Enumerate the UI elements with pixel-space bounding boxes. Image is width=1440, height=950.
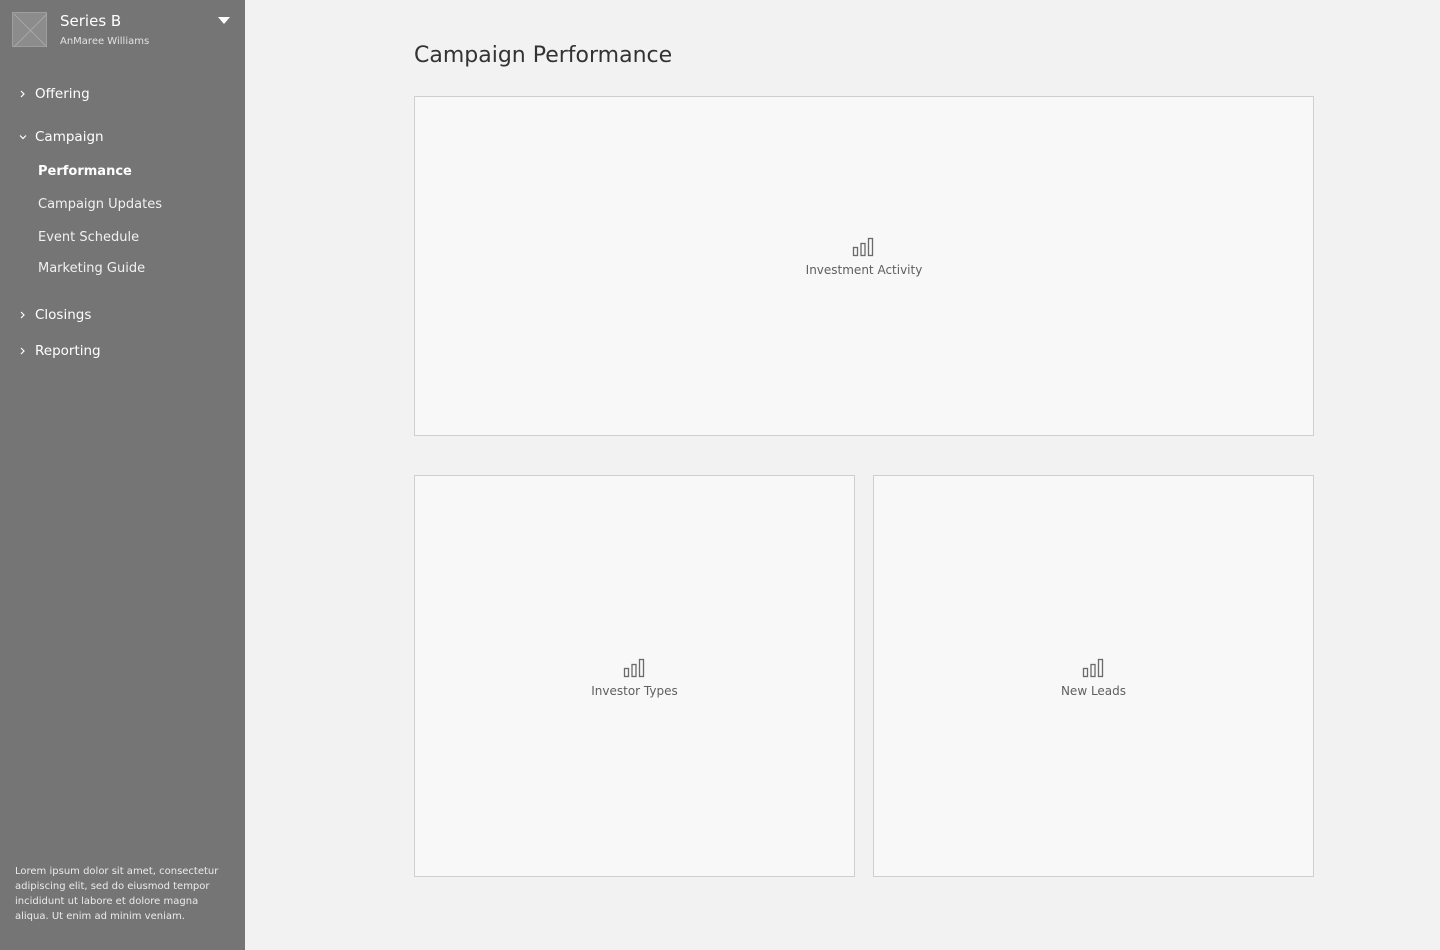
chevron-right-icon: [20, 90, 25, 98]
bar-chart-icon: [623, 658, 644, 678]
nav-section-campaign[interactable]: Campaign: [0, 125, 245, 149]
card-label: Investor Types: [591, 684, 678, 698]
avatar-placeholder-icon: [12, 12, 48, 48]
nav-section-label: Campaign: [35, 129, 104, 145]
card-label: New Leads: [1060, 684, 1127, 698]
nav-item-campaign-updates[interactable]: Campaign Updates: [38, 195, 162, 215]
chevron-down-icon: [19, 135, 27, 140]
account-user-name: AnMaree Williams: [60, 36, 150, 47]
account-title: Series B: [60, 12, 122, 30]
card-label: Investment Activity: [805, 263, 923, 277]
chevron-right-icon: [20, 311, 25, 319]
nav-item-marketing-guide[interactable]: Marketing Guide: [38, 259, 145, 279]
bar-chart-icon: [1082, 658, 1103, 678]
chevron-right-icon: [20, 347, 25, 355]
caret-down-icon[interactable]: [218, 17, 230, 24]
investment-activity-card[interactable]: Investment Activity: [414, 96, 1314, 436]
account-switcher[interactable]: Series B AnMaree Williams: [0, 0, 245, 56]
nav-section-label: Reporting: [35, 343, 101, 359]
nav-section-label: Offering: [35, 86, 90, 102]
nav-item-performance[interactable]: Performance: [38, 162, 132, 182]
investor-types-card[interactable]: Investor Types: [414, 475, 855, 877]
sidebar: Series B AnMaree Williams Offering Campa…: [0, 0, 245, 950]
nav-item-event-schedule[interactable]: Event Schedule: [38, 228, 139, 248]
nav-section-reporting[interactable]: Reporting: [0, 339, 245, 363]
page-title: Campaign Performance: [414, 43, 673, 68]
nav-section-offering[interactable]: Offering: [0, 82, 245, 106]
nav-section-closings[interactable]: Closings: [0, 303, 245, 327]
nav-section-label: Closings: [35, 307, 92, 323]
bar-chart-icon: [852, 237, 874, 257]
sidebar-footer-text: Lorem ipsum dolor sit amet, consectetur …: [15, 866, 219, 922]
new-leads-card[interactable]: New Leads: [873, 475, 1314, 877]
